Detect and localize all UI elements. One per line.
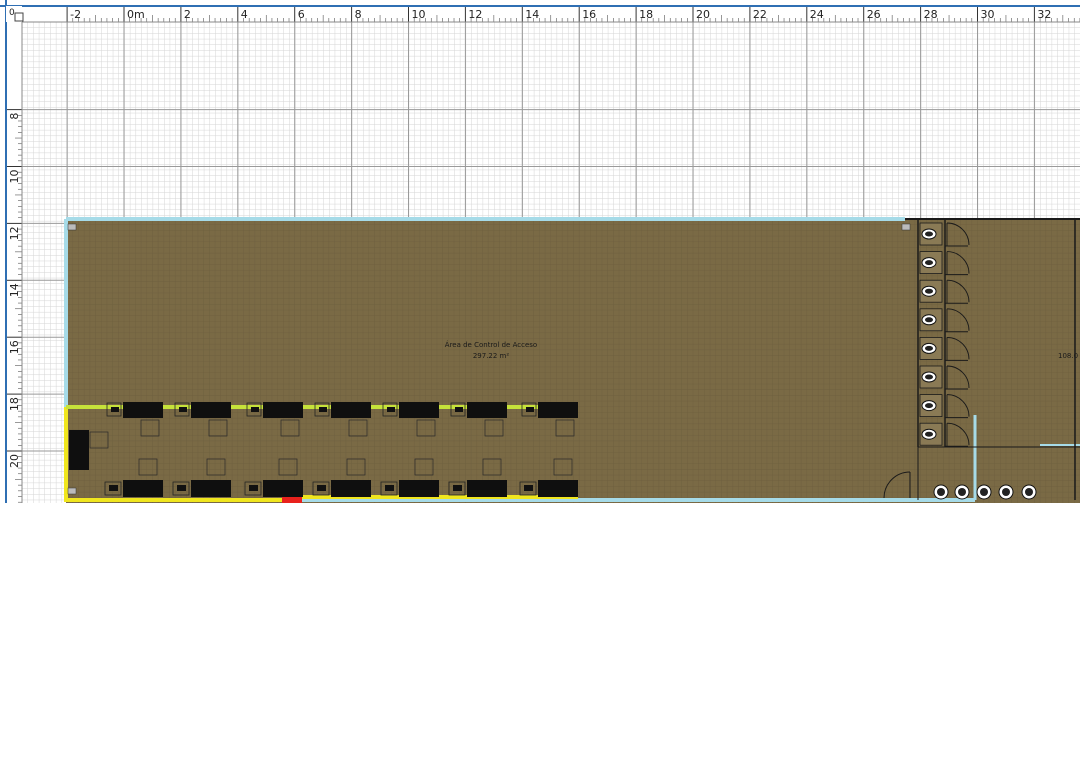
empty-canvas-area xyxy=(0,503,1080,773)
ruler-label: 6 xyxy=(298,8,305,21)
ruler-label: 30 xyxy=(981,8,995,21)
floor-plan-canvas[interactable]: Área de Control de Acceso 297.22 m² 108.… xyxy=(0,0,1080,503)
counter[interactable] xyxy=(69,430,89,470)
ruler-label: 14 xyxy=(525,8,539,21)
ruler-label: 2 xyxy=(184,8,191,21)
ruler-unit-icon[interactable] xyxy=(14,12,24,22)
ruler-label: 14 xyxy=(8,283,21,297)
sink[interactable] xyxy=(998,484,1014,500)
sink[interactable] xyxy=(933,484,949,500)
room-area-label[interactable]: 297.22 m² xyxy=(473,352,510,360)
vertical-ruler[interactable] xyxy=(0,0,22,503)
ruler-label: 8 xyxy=(355,8,362,21)
ruler-label: -2 xyxy=(70,8,81,21)
ruler-label: 16 xyxy=(8,340,21,354)
ruler-label: 18 xyxy=(8,397,21,411)
ruler-label: 18 xyxy=(639,8,653,21)
ruler-label: 20 xyxy=(696,8,710,21)
ruler-label: 22 xyxy=(753,8,767,21)
ruler-label: 10 xyxy=(8,170,21,184)
ruler-label: 8 xyxy=(8,113,21,120)
ruler-label: 24 xyxy=(810,8,824,21)
sink[interactable] xyxy=(976,484,992,500)
ruler-label: 4 xyxy=(241,8,248,21)
horizontal-ruler[interactable] xyxy=(0,0,1080,22)
ruler-label: 0m xyxy=(127,8,145,21)
ruler-label: 12 xyxy=(8,226,21,240)
ruler-label: 28 xyxy=(924,8,938,21)
ruler-label: 20 xyxy=(8,454,21,468)
sink[interactable] xyxy=(1021,484,1037,500)
ruler-label: 12 xyxy=(468,8,482,21)
room-name-label[interactable]: Área de Control de Acceso xyxy=(445,340,537,349)
ruler-label: 26 xyxy=(867,8,881,21)
ruler-corner-value: 0 xyxy=(9,8,15,18)
ruler-label: 16 xyxy=(582,8,596,21)
sink[interactable] xyxy=(954,484,970,500)
ruler-label: 32 xyxy=(1037,8,1051,21)
ruler-label: 10 xyxy=(412,8,426,21)
